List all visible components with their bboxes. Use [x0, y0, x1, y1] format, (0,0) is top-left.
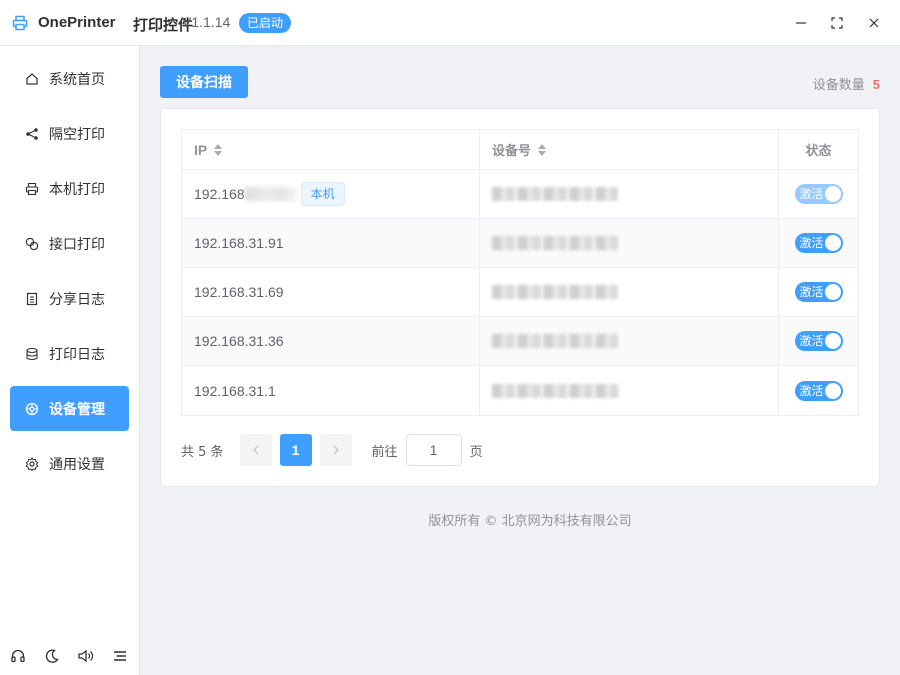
local-tag: 本机 — [300, 182, 345, 206]
sidebar-item-label: 接口打印 — [49, 236, 105, 253]
sidebar-item-share-log[interactable]: 分享日志 — [10, 276, 129, 321]
redacted-device-id — [492, 383, 618, 398]
redacted-device-id — [492, 285, 618, 299]
sidebar-item-label: 隔空打印 — [49, 126, 105, 143]
table-row: 192.168.31.91 激活 — [182, 219, 858, 268]
minimize-button[interactable] — [791, 13, 811, 33]
sidebar-item-api-print[interactable]: 接口打印 — [10, 221, 129, 266]
sidebar: 系统首页 隔空打印 本机打印 接口打印 分享日志 打印日志 设备管理 通用设置 — [0, 46, 140, 675]
device-column-header[interactable]: 设备号 — [480, 130, 779, 169]
speaker-icon[interactable] — [77, 647, 95, 665]
app-name: OnePrinter — [38, 14, 116, 31]
chevron-left-icon — [252, 445, 259, 455]
close-button[interactable] — [864, 13, 884, 33]
printer-logo-icon — [12, 15, 28, 31]
device-card: IP 设备号 状态 192.168 本机 激活 192.168.31.91 激活… — [160, 108, 880, 487]
ip-value: 192.168.31.91 — [194, 235, 284, 251]
next-page-button[interactable] — [319, 434, 352, 466]
pagination-total: 共 5 条 — [181, 444, 224, 460]
goto-label: 前往 — [371, 444, 398, 460]
sidebar-item-device-management[interactable]: 设备管理 — [10, 386, 129, 431]
sidebar-item-print-log[interactable]: 打印日志 — [10, 331, 129, 376]
chevron-right-icon — [333, 445, 339, 455]
headset-icon[interactable] — [9, 647, 27, 665]
sidebar-item-airprint[interactable]: 隔空打印 — [10, 111, 129, 156]
status-switch[interactable]: 激活 — [794, 184, 843, 204]
sidebar-item-label: 系统首页 — [49, 71, 105, 88]
sort-icon[interactable] — [537, 143, 547, 157]
status-column-header: 状态 — [805, 144, 832, 159]
status-switch[interactable]: 激活 — [794, 331, 843, 351]
goto-page-input[interactable] — [405, 434, 462, 466]
sidebar-item-home[interactable]: 系统首页 — [10, 56, 129, 101]
home-icon — [25, 72, 39, 86]
menu-icon[interactable] — [111, 647, 129, 665]
redacted-ip — [244, 187, 297, 201]
status-switch[interactable]: 激活 — [794, 380, 843, 401]
database-icon — [25, 347, 39, 361]
device-scan-button[interactable]: 设备扫描 — [160, 66, 248, 98]
sort-icon[interactable] — [213, 143, 223, 157]
ip-column-header[interactable]: IP — [182, 130, 480, 169]
page-label: 页 — [469, 444, 483, 460]
ip-value: 192.168.31.69 — [194, 284, 284, 300]
sidebar-item-label: 本机打印 — [49, 181, 105, 198]
sidebar-item-label: 通用设置 — [49, 456, 105, 473]
device-count: 设备数量 5 — [813, 74, 880, 93]
close-icon — [869, 18, 879, 28]
sidebar-item-label: 打印日志 — [49, 346, 105, 363]
pagination: 共 5 条 1 前往 页 — [181, 434, 483, 466]
title-bar: OnePrinter 打印控件 V1.1.14 已启动 — [0, 0, 900, 46]
printer-icon — [25, 182, 39, 196]
device-icon — [25, 402, 39, 416]
document-icon — [25, 292, 39, 306]
page-number-button[interactable]: 1 — [279, 434, 312, 466]
ip-value: 192.168.31.36 — [194, 333, 284, 349]
status-switch[interactable]: 激活 — [794, 233, 843, 253]
link-icon — [25, 237, 39, 251]
redacted-device-id — [492, 334, 618, 348]
app-version: V1.1.14 — [182, 14, 231, 30]
moon-icon[interactable] — [43, 647, 61, 665]
status-badge: 已启动 — [239, 13, 292, 33]
device-count-value: 5 — [872, 77, 880, 92]
prev-page-button[interactable] — [239, 434, 272, 466]
minimize-icon — [796, 22, 806, 24]
table-row: 192.168.31.36 激活 — [182, 317, 858, 366]
gear-icon — [25, 456, 39, 471]
copyright: 版权所有 © 北京网为科技有限公司 — [428, 514, 632, 529]
sidebar-item-local-print[interactable]: 本机打印 — [10, 166, 129, 211]
ip-value: 192.168 — [194, 186, 245, 202]
sidebar-footer — [0, 645, 140, 667]
fullscreen-icon — [831, 17, 843, 29]
share-icon — [25, 127, 39, 141]
device-count-label: 设备数量 — [812, 78, 865, 93]
table-row: 192.168 本机 激活 — [182, 170, 858, 219]
maximize-button[interactable] — [827, 13, 847, 33]
status-switch[interactable]: 激活 — [794, 282, 843, 302]
table-header: IP 设备号 状态 — [182, 130, 858, 170]
ip-value: 192.168.31.1 — [194, 382, 276, 399]
sidebar-item-label: 设备管理 — [49, 401, 105, 418]
device-table: IP 设备号 状态 192.168 本机 激活 192.168.31.91 激活… — [181, 129, 859, 416]
sidebar-item-settings[interactable]: 通用设置 — [10, 441, 129, 486]
redacted-device-id — [492, 187, 618, 201]
redacted-device-id — [492, 236, 618, 250]
table-row: 192.168.31.69 激活 — [182, 268, 858, 317]
sidebar-item-label: 分享日志 — [49, 291, 105, 308]
table-row: 192.168.31.1 激活 — [182, 366, 858, 415]
